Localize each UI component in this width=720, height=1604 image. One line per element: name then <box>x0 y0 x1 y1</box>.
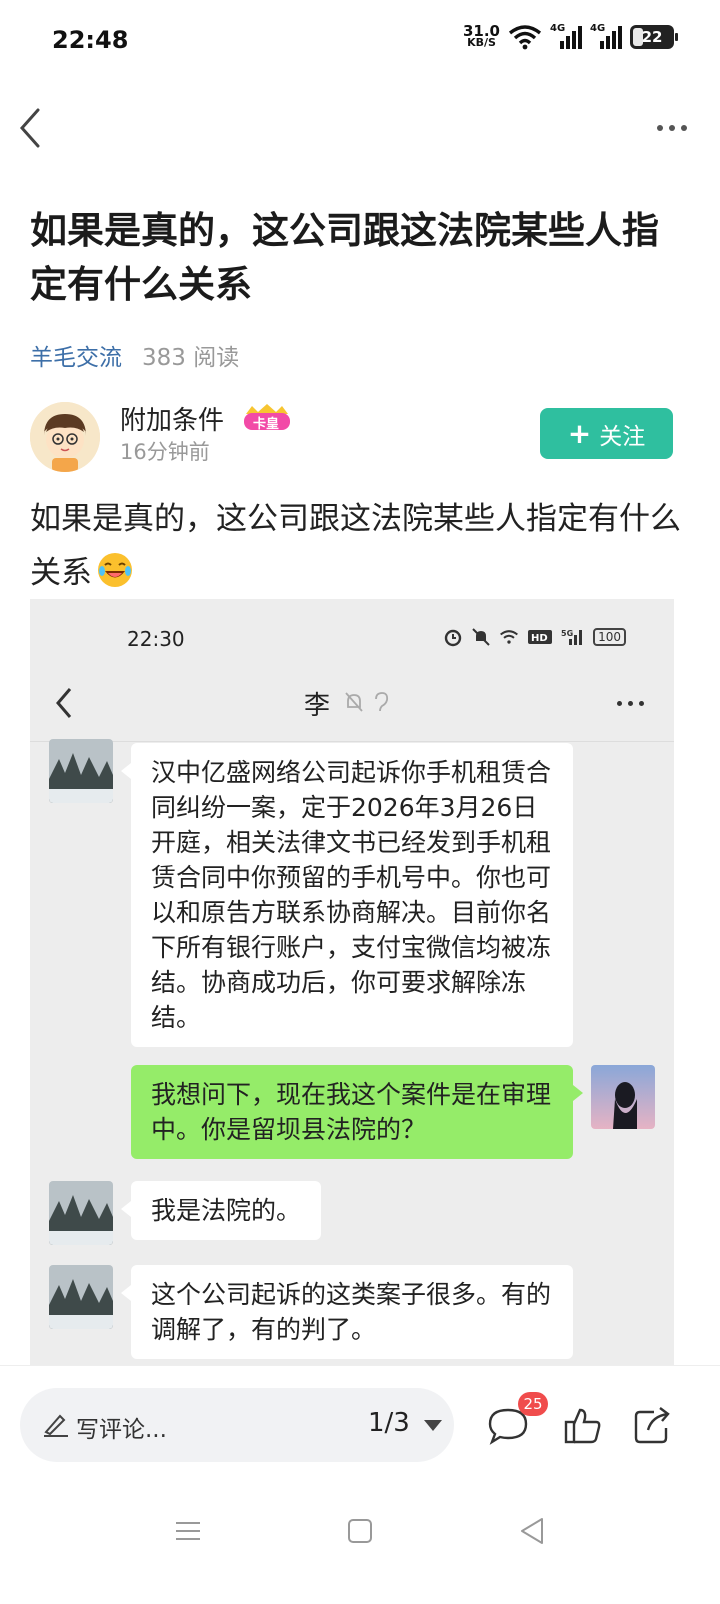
svg-text:HD: HD <box>531 633 548 644</box>
post-meta: 羊毛交流 383 阅读 <box>30 338 239 372</box>
share-button[interactable] <box>630 1404 674 1448</box>
post-body: 如果是真的，这公司跟这法院某些人指定有什么关系 <box>30 492 690 600</box>
home-icon <box>348 1519 372 1543</box>
signal-label: 4G <box>550 23 566 34</box>
follow-button[interactable]: + 关注 <box>540 408 673 459</box>
mute-bell-icon <box>345 692 363 712</box>
badge-text: 卡皇 <box>253 417 280 432</box>
bottom-action-bar: 写评论... 1/3 25 <box>0 1365 720 1481</box>
recent-apps-button[interactable] <box>168 1511 208 1551</box>
read-count: 383 阅读 <box>142 345 240 371</box>
post-title: 如果是真的，这公司跟这法院某些人指定有什么关系 <box>30 209 659 306</box>
status-time: 22:48 <box>52 26 129 54</box>
share-icon <box>634 1407 670 1444</box>
screenshot-battery: 100 <box>593 628 626 646</box>
follow-label: 关注 <box>599 423 646 450</box>
contact-avatar <box>49 1265 113 1329</box>
wifi-icon <box>500 630 519 644</box>
chevron-left-icon <box>19 108 40 148</box>
laughing-emoji-icon <box>98 553 132 587</box>
author-badge: 卡皇 <box>240 404 294 432</box>
page-dropdown-icon[interactable] <box>424 1420 442 1431</box>
contact-avatar <box>49 739 113 803</box>
self-avatar <box>591 1065 655 1129</box>
signal-5g-icon: 5G <box>561 629 583 645</box>
svg-text:5G: 5G <box>561 629 573 638</box>
author-avatar[interactable] <box>30 402 100 472</box>
message-bubble-incoming: 这个公司起诉的这类案子很多。有的调解了，有的判了。 <box>121 1265 573 1359</box>
hd-icon: HD <box>528 630 553 644</box>
home-button[interactable] <box>340 1511 380 1551</box>
signal-4g-icon: 4G <box>590 23 622 49</box>
system-navigation-bar <box>0 1481 720 1604</box>
status-icons: 31.0 KB/S 4G 4G 22 <box>463 23 678 50</box>
like-button[interactable] <box>560 1404 604 1448</box>
alarm-icon <box>444 629 462 647</box>
battery-icon: 22 <box>630 25 678 49</box>
wifi-icon <box>508 25 542 50</box>
contact-avatar <box>49 1181 113 1245</box>
pen-icon <box>44 1414 68 1437</box>
battery-level: 22 <box>641 28 663 46</box>
signal-label: 4G <box>590 23 606 34</box>
chat-header-divider <box>30 741 674 742</box>
plus-icon: + <box>567 416 592 450</box>
comment-count-badge: 25 <box>518 1392 548 1416</box>
page-indicator[interactable]: 1/3 <box>368 1408 410 1438</box>
chat-header-icons <box>344 691 390 713</box>
screenshot-status-time: 22:30 <box>127 627 185 651</box>
more-options-button[interactable] <box>652 116 692 140</box>
author-name[interactable]: 附加条件 <box>120 400 224 437</box>
avatar-illustration <box>30 402 100 472</box>
topic-link[interactable]: 羊毛交流 <box>30 338 122 372</box>
chat-contact-name: 李 <box>304 691 331 721</box>
more-dots-icon <box>657 125 663 131</box>
message-bubble-incoming: 我是法院的。 <box>120 1181 322 1240</box>
comment-placeholder: 写评论... <box>76 1417 167 1443</box>
more-dots-icon <box>617 701 644 706</box>
comment-input[interactable]: 写评论... 1/3 <box>20 1388 454 1462</box>
back-triangle-icon <box>521 1518 543 1544</box>
embedded-screenshot-image[interactable]: 22:30 HD 5G 100 李 汉中亿盛网络公司起诉你手机租赁合同纠纷一案，… <box>30 599 674 1365</box>
menu-icon <box>176 1522 200 1540</box>
signal-4g-icon: 4G <box>550 23 582 49</box>
more-dot <box>681 125 687 131</box>
system-back-button[interactable] <box>512 1511 552 1551</box>
message-bubble-incoming: 汉中亿盛网络公司起诉你手机租赁合同纠纷一案，定于2026年3月26日开庭，相关法… <box>121 743 573 1047</box>
mute-icon <box>472 628 490 646</box>
network-speed-unit: KB/S <box>467 36 496 49</box>
network-speed: 31.0 KB/S <box>463 24 500 49</box>
ear-icon <box>375 692 389 712</box>
chevron-left-icon <box>56 688 72 718</box>
message-bubble-outgoing: 我想问下，现在我这个案件是在审理中。你是留坝县法院的？ <box>131 1065 583 1159</box>
post-time: 16分钟前 <box>120 440 210 464</box>
like-icon <box>564 1408 601 1444</box>
back-button[interactable] <box>14 106 54 150</box>
more-dot <box>669 125 675 131</box>
screenshot-status-icons: HD 5G 100 <box>443 627 626 647</box>
status-bar: 22:48 31.0 KB/S 4G 4G 22 <box>0 0 720 80</box>
